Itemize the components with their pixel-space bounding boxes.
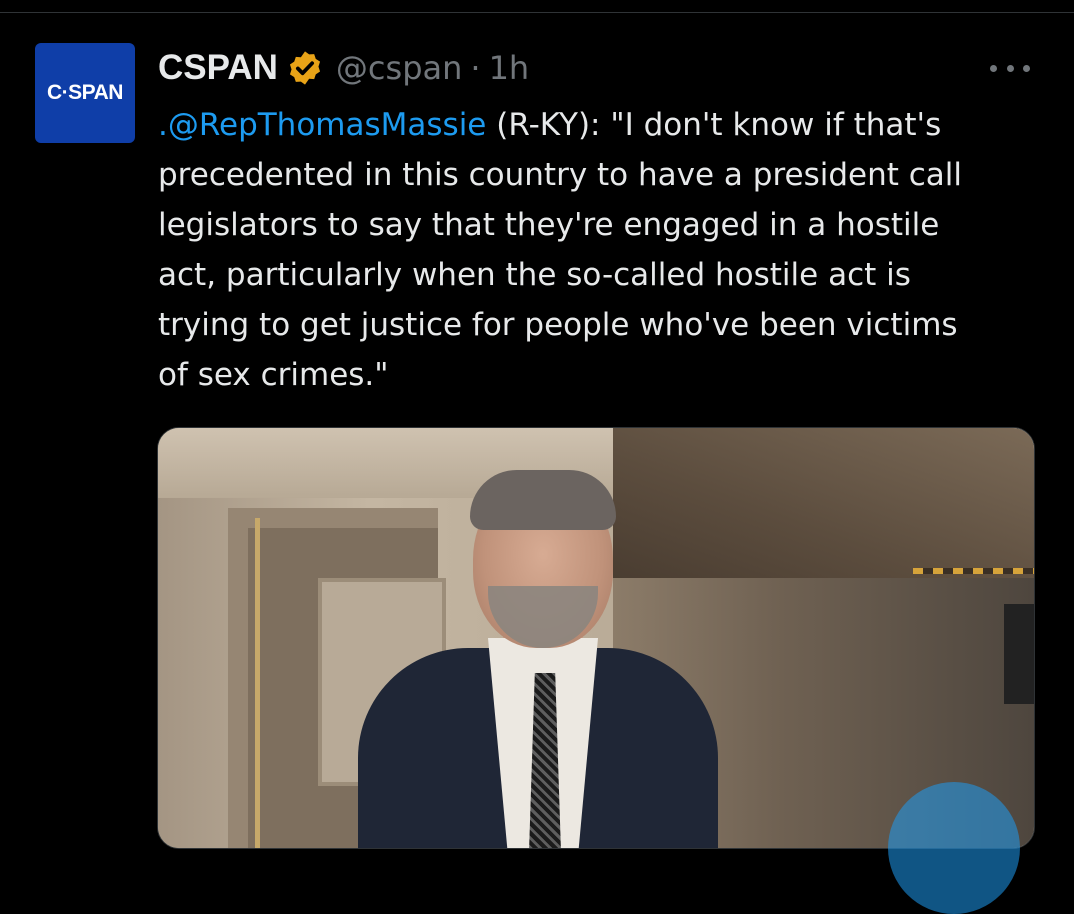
more-dot — [1023, 64, 1030, 72]
tweet-line: legislators to say that they're engaged … — [158, 207, 940, 243]
more-horizontal-icon[interactable] — [990, 58, 1030, 78]
more-dot — [990, 64, 997, 72]
avatar[interactable]: C·SPAN — [35, 43, 135, 143]
verified-badge-icon[interactable] — [286, 49, 324, 87]
header-separator: · — [470, 49, 481, 87]
top-divider — [0, 12, 1074, 13]
more-dot — [1006, 64, 1014, 72]
wall-monitor — [1004, 604, 1034, 704]
speaker-figure — [358, 468, 718, 848]
mention-link[interactable]: .@RepThomasMassie — [158, 107, 486, 143]
tweet-line: precedented in this country to have a pr… — [158, 157, 963, 193]
tweet-line: .@RepThomasMassie (R-KY): "I don't know … — [158, 100, 1038, 150]
hair — [470, 470, 616, 530]
tweet-timestamp[interactable]: 1h — [489, 49, 530, 87]
play-icon[interactable] — [888, 782, 1020, 914]
author-name[interactable]: CSPAN — [158, 48, 278, 88]
brass-pole — [255, 518, 260, 848]
tweet-line: trying to get justice for people who've … — [158, 307, 958, 343]
tweet-line: act, particularly when the so-called hos… — [158, 257, 911, 293]
tweet-line: of sex crimes." — [158, 357, 389, 393]
tweet-text: .@RepThomasMassie (R-KY): "I don't know … — [158, 100, 1038, 400]
hazard-stripe — [913, 568, 1034, 574]
author-handle[interactable]: @cspan — [336, 49, 462, 87]
video-thumbnail[interactable] — [157, 427, 1035, 849]
avatar-logo-text: C·SPAN — [47, 81, 123, 104]
tweet-line-text: (R-KY): "I don't know if that's — [486, 107, 942, 143]
tweet-header: CSPAN @cspan · 1h — [158, 46, 529, 90]
